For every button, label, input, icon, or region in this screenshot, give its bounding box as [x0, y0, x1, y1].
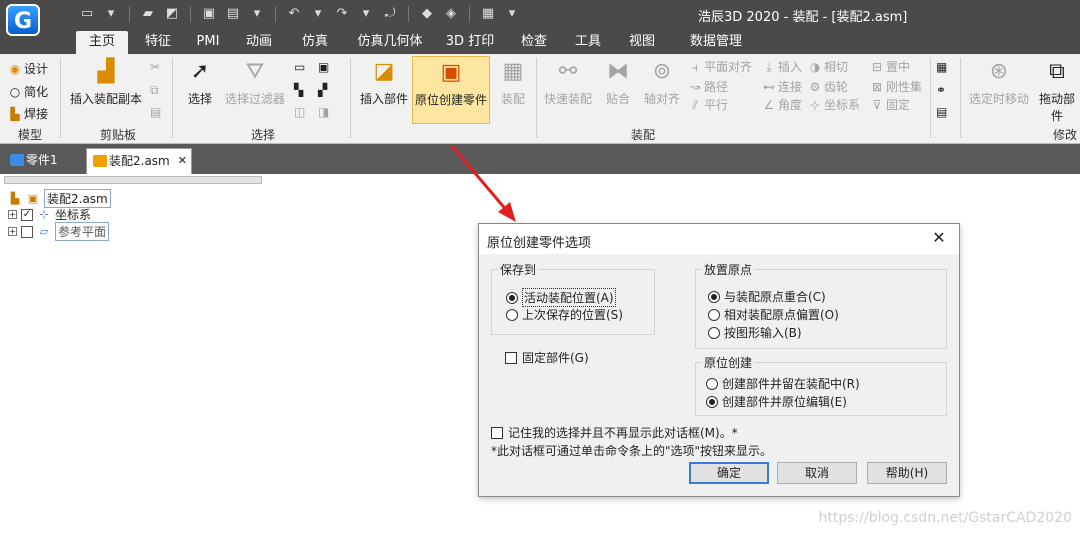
fix-part-option[interactable]: 固定部件(G): [505, 349, 589, 366]
radio-button[interactable]: [706, 377, 718, 390]
radio-button[interactable]: [506, 308, 518, 321]
coincide-origin-option[interactable]: 与装配原点重合(C): [708, 288, 826, 305]
dialog-title-bar: 原位创建零件选项 ✕: [479, 224, 959, 254]
ok-button[interactable]: 确定: [689, 462, 769, 484]
graphic-input-option[interactable]: 按图形输入(B): [708, 324, 802, 341]
placement-origin-legend: 放置原点: [702, 261, 755, 278]
option-label: 固定部件(G): [522, 351, 589, 365]
cancel-button[interactable]: 取消: [777, 462, 857, 484]
placement-origin-group: 放置原点 与装配原点重合(C) 相对装配原点偏置(O) 按图形输入(B): [695, 261, 947, 349]
save-to-legend: 保存到: [498, 261, 539, 278]
app-logo-icon[interactable]: G: [6, 4, 40, 36]
help-button[interactable]: 帮助(H): [867, 462, 947, 484]
inplace-create-legend: 原位创建: [702, 354, 755, 371]
radio-button[interactable]: [708, 290, 720, 303]
radio-button[interactable]: [506, 291, 518, 304]
close-icon[interactable]: ✕: [929, 228, 949, 248]
dialog-footnote: *此对话框可通过单击命令条上的"选项"按钮来显示。: [491, 444, 773, 458]
option-label: 相对装配原点偏置(O): [724, 308, 839, 322]
option-label: 记住我的选择并且不再显示此对话框(M)。*: [508, 426, 738, 440]
option-label: 上次保存的位置(S): [522, 308, 623, 322]
checkbox[interactable]: [505, 351, 517, 364]
option-label: 创建部件并留在装配中(R): [722, 377, 860, 391]
remember-choice-option[interactable]: 记住我的选择并且不再显示此对话框(M)。*: [491, 424, 738, 441]
save-active-assembly-option[interactable]: 活动装配位置(A): [506, 288, 616, 307]
save-to-group: 保存到 活动装配位置(A) 上次保存的位置(S): [491, 261, 655, 335]
radio-button[interactable]: [708, 326, 720, 339]
radio-button[interactable]: [706, 395, 718, 408]
create-and-stay-option[interactable]: 创建部件并留在装配中(R): [706, 375, 860, 392]
inplace-create-group: 原位创建 创建部件并留在装配中(R) 创建部件并原位编辑(E): [695, 354, 947, 416]
dialog-title: 原位创建零件选项: [487, 236, 592, 251]
option-label: 活动装配位置(A): [522, 288, 616, 307]
save-last-location-option[interactable]: 上次保存的位置(S): [506, 306, 623, 323]
watermark: https://blog.csdn.net/GstarCAD2020: [818, 510, 1072, 526]
offset-origin-option[interactable]: 相对装配原点偏置(O): [708, 306, 839, 323]
option-label: 按图形输入(B): [724, 326, 802, 340]
inplace-create-part-options-dialog: 原位创建零件选项 ✕ 保存到 活动装配位置(A) 上次保存的位置(S) 固定部件…: [478, 223, 960, 497]
option-label: 与装配原点重合(C): [724, 290, 826, 304]
checkbox[interactable]: [491, 426, 503, 439]
create-and-edit-option[interactable]: 创建部件并原位编辑(E): [706, 393, 847, 410]
radio-button[interactable]: [708, 308, 720, 321]
option-label: 创建部件并原位编辑(E): [722, 395, 847, 409]
